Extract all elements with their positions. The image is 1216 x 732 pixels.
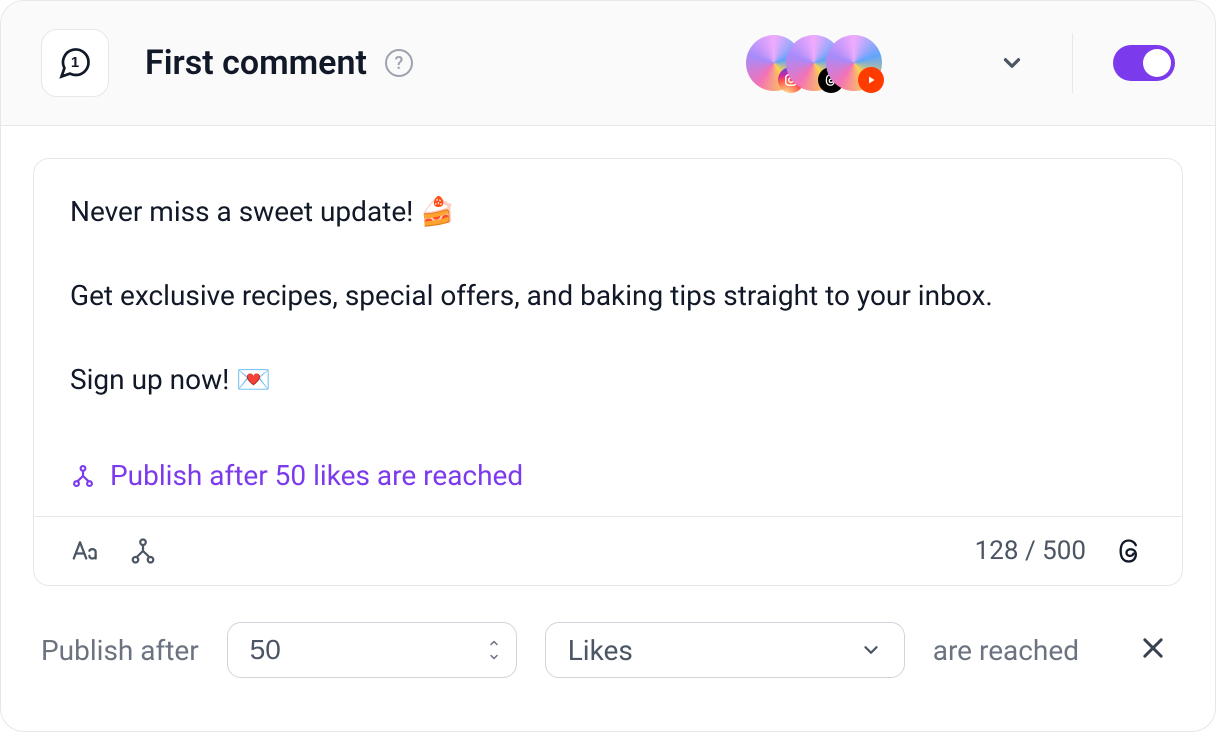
chevron-down-icon: [860, 639, 882, 661]
rule-prefix: Publish after: [41, 634, 199, 667]
threads-icon: [1116, 537, 1144, 565]
rule-value-input[interactable]: [250, 634, 486, 666]
youtube-icon: [858, 67, 884, 93]
text-icon: [70, 536, 100, 566]
accounts-dropdown-toggle[interactable]: [992, 43, 1032, 83]
comment-textarea[interactable]: Never miss a sweet update! 🍰 Get exclusi…: [70, 191, 1146, 431]
trigger-summary-text: Publish after 50 likes are reached: [110, 459, 523, 492]
comment-body: Never miss a sweet update! 🍰 Get exclusi…: [34, 159, 1182, 516]
feature-toggle[interactable]: [1113, 45, 1175, 81]
network-indicator-threads[interactable]: [1114, 535, 1146, 567]
workflow-icon: [70, 463, 96, 489]
chevron-down-icon: [999, 50, 1025, 76]
trigger-summary: Publish after 50 likes are reached: [70, 459, 1146, 492]
workflow-button[interactable]: [128, 536, 158, 566]
rule-metric-select[interactable]: Likes: [545, 622, 905, 678]
account-avatar-youtube[interactable]: [826, 35, 882, 91]
char-counter: 128 / 500: [975, 536, 1086, 566]
value-stepper[interactable]: [486, 637, 502, 663]
svg-text:1: 1: [71, 54, 79, 71]
comment-toolbar: 128 / 500: [34, 516, 1182, 585]
help-icon[interactable]: ?: [385, 49, 413, 77]
close-icon: [1139, 634, 1167, 662]
rule-suffix: are reached: [933, 634, 1079, 667]
chevron-down-icon[interactable]: [486, 651, 502, 663]
comment-card: Never miss a sweet update! 🍰 Get exclusi…: [33, 158, 1183, 586]
rule-value-field[interactable]: [227, 622, 517, 678]
text-format-button[interactable]: [70, 536, 100, 566]
account-avatars[interactable]: [746, 35, 882, 91]
workflow-icon: [128, 536, 158, 566]
divider: [1072, 33, 1073, 93]
rule-metric-value: Likes: [568, 634, 633, 667]
panel-content: Never miss a sweet update! 🍰 Get exclusi…: [1, 126, 1215, 731]
header-icon-box: 1: [41, 29, 109, 97]
remove-rule-button[interactable]: [1131, 626, 1175, 674]
panel-header: 1 First comment ?: [1, 1, 1215, 126]
publish-rule-row: Publish after Likes are reached: [33, 622, 1183, 678]
comment-one-icon: 1: [57, 45, 93, 81]
first-comment-panel: 1 First comment ?: [0, 0, 1216, 732]
panel-title: First comment: [145, 43, 367, 83]
chevron-up-icon[interactable]: [486, 637, 502, 649]
